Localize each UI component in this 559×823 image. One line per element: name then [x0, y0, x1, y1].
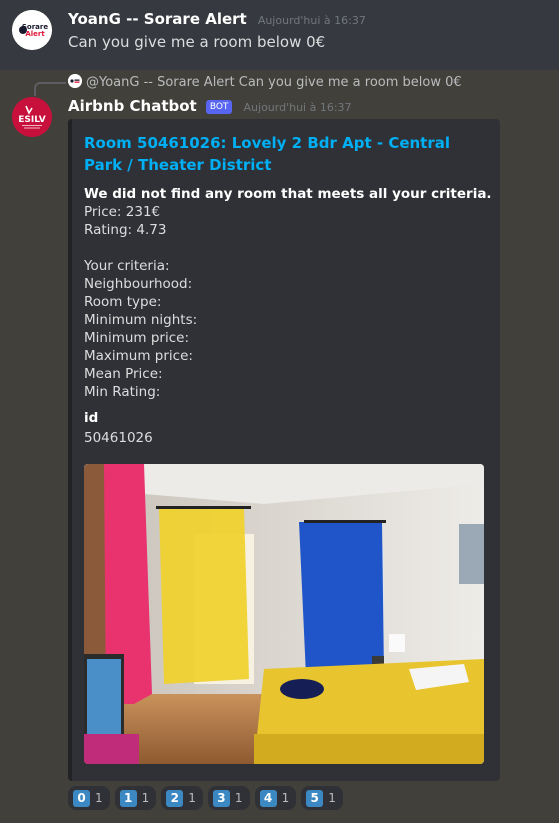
sorare-logo-icon: Sorare Alert	[12, 10, 52, 50]
keycap-0-icon: 0	[73, 789, 90, 807]
reaction-count: 1	[281, 791, 290, 805]
price-line: Price: 231€	[84, 204, 161, 220]
reply-avatar-icon	[68, 74, 82, 88]
field-value-id: 50461026	[84, 430, 153, 446]
reaction-count: 1	[141, 791, 150, 805]
keycap-2-icon: 2	[166, 789, 184, 807]
reply-preview[interactable]: @YoanG -- Sorare Alert Can you give me a …	[68, 74, 462, 90]
username[interactable]: YoanG -- Sorare Alert	[68, 10, 247, 28]
reaction-keycap-5[interactable]: 5 1	[301, 786, 343, 810]
reaction-count: 1	[328, 791, 336, 805]
reply-author[interactable]: @YoanG -- Sorare Alert	[86, 75, 235, 90]
embed-description: We did not find any room that meets all …	[84, 185, 492, 401]
reaction-count: 1	[234, 791, 243, 805]
criteria-mean-price: Mean Price:	[84, 366, 163, 382]
esilv-logo-icon: ESILV	[12, 97, 52, 137]
keycap-4-icon: 4	[259, 789, 277, 807]
field-name-id: id	[84, 410, 99, 426]
criteria-max-price: Maximum price:	[84, 348, 193, 364]
criteria-header: Your criteria:	[84, 258, 170, 274]
keycap-3-icon: 3	[212, 789, 230, 807]
sorare-avatar[interactable]: Sorare Alert	[12, 10, 52, 50]
svg-text:Alert: Alert	[25, 30, 45, 38]
message-airbnb-chatbot: @YoanG -- Sorare Alert Can you give me a …	[0, 70, 559, 823]
criteria-min-nights: Minimum nights:	[84, 312, 198, 328]
reaction-keycap-4[interactable]: 4 1	[254, 786, 297, 810]
no-match-notice: We did not find any room that meets all …	[84, 186, 492, 202]
reply-connector	[34, 82, 66, 96]
keycap-1-icon: 1	[119, 789, 137, 807]
bedroom-image	[84, 464, 484, 764]
criteria-room-type: Room type:	[84, 294, 162, 310]
reaction-bar: 0 1 1 1 2 1 3 1 4 1 5 1	[68, 786, 343, 810]
svg-text:ESILV: ESILV	[18, 115, 45, 125]
reaction-keycap-0[interactable]: 0 1	[68, 786, 110, 810]
bot-badge: BOT	[205, 100, 233, 114]
reaction-keycap-2[interactable]: 2 1	[161, 786, 203, 810]
keycap-5-icon: 5	[306, 789, 324, 807]
esilv-avatar[interactable]: ESILV	[12, 97, 52, 137]
reaction-count: 1	[188, 791, 196, 805]
room-photo[interactable]	[84, 464, 484, 764]
reaction-keycap-3[interactable]: 3 1	[207, 786, 250, 810]
reaction-keycap-1[interactable]: 1 1	[114, 786, 157, 810]
criteria-min-price: Minimum price:	[84, 330, 190, 346]
reaction-count: 1	[95, 791, 103, 805]
reply-content: Can you give me a room below 0€	[238, 75, 462, 90]
timestamp: Aujourd'hui à 16:37	[257, 14, 366, 27]
username[interactable]: Airbnb Chatbot	[68, 97, 197, 115]
room-embed: Room 50461026: Lovely 2 Bdr Apt - Centra…	[68, 119, 500, 781]
rating-line: Rating: 4.73	[84, 222, 167, 238]
message-sorare: Sorare Alert YoanG -- Sorare Alert Aujou…	[0, 0, 559, 70]
criteria-neighbourhood: Neighbourhood:	[84, 276, 193, 292]
criteria-min-rating: Min Rating:	[84, 384, 161, 400]
message-header: YoanG -- Sorare Alert Aujourd'hui à 16:3…	[68, 9, 366, 28]
message-content: Can you give me a room below 0€	[68, 33, 326, 51]
timestamp: Aujourd'hui à 16:37	[243, 101, 352, 114]
embed-title-link[interactable]: Room 50461026: Lovely 2 Bdr Apt - Centra…	[84, 132, 484, 176]
message-header: Airbnb Chatbot BOT Aujourd'hui à 16:37	[68, 96, 352, 115]
